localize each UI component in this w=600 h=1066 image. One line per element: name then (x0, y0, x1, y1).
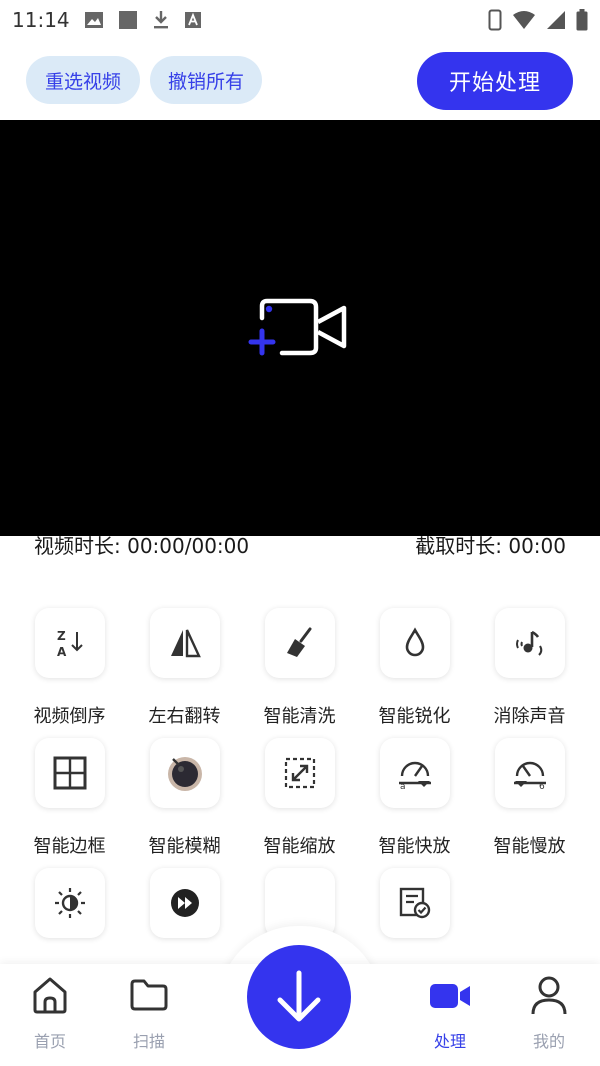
tool-label: 消除声音 (493, 706, 566, 727)
tool-label: 智能模糊 (148, 836, 221, 857)
fast-forward-icon (170, 889, 199, 917)
tool-smart-scale[interactable]: 智能缩放 (242, 738, 357, 857)
sort-reverse-icon: Z A (57, 629, 83, 659)
status-time: 11:14 (12, 8, 70, 32)
image-icon (84, 12, 103, 28)
tool-smart-blur[interactable]: 智能模糊 (127, 738, 242, 857)
video-duration-text: 视频时长: 00:00/00:00 (34, 534, 250, 558)
top-toolbar: 重选视频 撤销所有 开始处理 (0, 52, 600, 110)
tool-smart-slow[interactable]: 6 智能慢放 (472, 738, 587, 857)
tool-label: 智能清洗 (263, 706, 336, 727)
video-camera-icon (430, 984, 470, 1008)
brightness-icon (54, 888, 85, 918)
signal-icon (547, 11, 565, 29)
a-badge-icon (184, 12, 201, 28)
tool-smart-border[interactable]: 智能边框 (12, 738, 127, 857)
blur-lens-icon (167, 757, 202, 791)
arrow-down-icon (277, 970, 321, 1022)
mute-note-icon (515, 630, 542, 656)
download-icon (153, 11, 168, 29)
svg-text:Z: Z (57, 629, 66, 643)
nav-mine[interactable]: 我的 (509, 974, 589, 1052)
nav-scan-label: 扫描 (132, 1032, 165, 1051)
tool-smart-sharpen[interactable]: 智能锐化 (357, 608, 472, 727)
slow-down-icon: 6 (513, 761, 546, 790)
status-bar: 11:14 (0, 0, 600, 40)
frame-grid-icon (53, 756, 86, 790)
tool-label: 智能缩放 (263, 836, 336, 857)
battery-icon (576, 9, 588, 31)
undo-all-button[interactable]: 撤销所有 (150, 56, 262, 104)
scale-icon (284, 757, 315, 789)
home-icon (33, 977, 67, 1014)
speed-up-icon: a (398, 761, 431, 790)
tool-smart-fast[interactable]: a 智能快放 (357, 738, 472, 857)
blank-icon (283, 886, 317, 920)
svg-text:A: A (57, 645, 67, 659)
tool-label: 左右翻转 (148, 706, 221, 727)
tool-remove-sound[interactable]: 消除声音 (472, 608, 587, 727)
flip-horizontal-icon (170, 629, 201, 658)
wifi-icon (513, 11, 535, 29)
svg-text:6: 6 (539, 782, 545, 790)
clip-duration-text: 截取时长: 00:00 (415, 534, 566, 558)
tool-label: 视频倒序 (33, 706, 106, 727)
svg-text:a: a (400, 782, 406, 790)
tool-label: 智能快放 (378, 836, 451, 857)
tool-video-reverse[interactable]: Z A 视频倒序 (12, 608, 127, 727)
phone-icon (488, 9, 502, 31)
tool-flip-horizontal[interactable]: 左右翻转 (127, 608, 242, 727)
nav-home[interactable]: 首页 (10, 974, 90, 1052)
duration-row: 视频时长: 00:00/00:00 截取时长: 00:00 (0, 530, 600, 564)
start-processing-button[interactable]: 开始处理 (417, 52, 573, 110)
nav-mine-label: 我的 (532, 1032, 565, 1051)
video-preview[interactable] (0, 120, 600, 536)
status-notification-icons (84, 10, 202, 30)
nav-process[interactable]: 处理 (410, 974, 490, 1052)
drop-icon (405, 627, 424, 657)
tool-smart-clean[interactable]: 智能清洗 (242, 608, 357, 727)
user-icon (531, 976, 567, 1015)
subtitle-check-icon (399, 887, 430, 919)
tool-label: 智能边框 (33, 836, 106, 857)
square-icon (118, 11, 137, 29)
status-system-icons (488, 9, 588, 31)
tool-label: 智能锐化 (378, 706, 451, 727)
tool-label: 智能慢放 (493, 836, 566, 857)
nav-scan[interactable]: 扫描 (109, 974, 189, 1052)
download-fab-button[interactable] (247, 945, 351, 1049)
reselect-video-button[interactable]: 重选视频 (26, 56, 140, 104)
add-video-icon[interactable] (248, 296, 352, 360)
nav-home-label: 首页 (33, 1032, 66, 1051)
broom-icon (286, 627, 311, 657)
folder-icon (130, 979, 168, 1011)
nav-process-label: 处理 (433, 1032, 466, 1051)
